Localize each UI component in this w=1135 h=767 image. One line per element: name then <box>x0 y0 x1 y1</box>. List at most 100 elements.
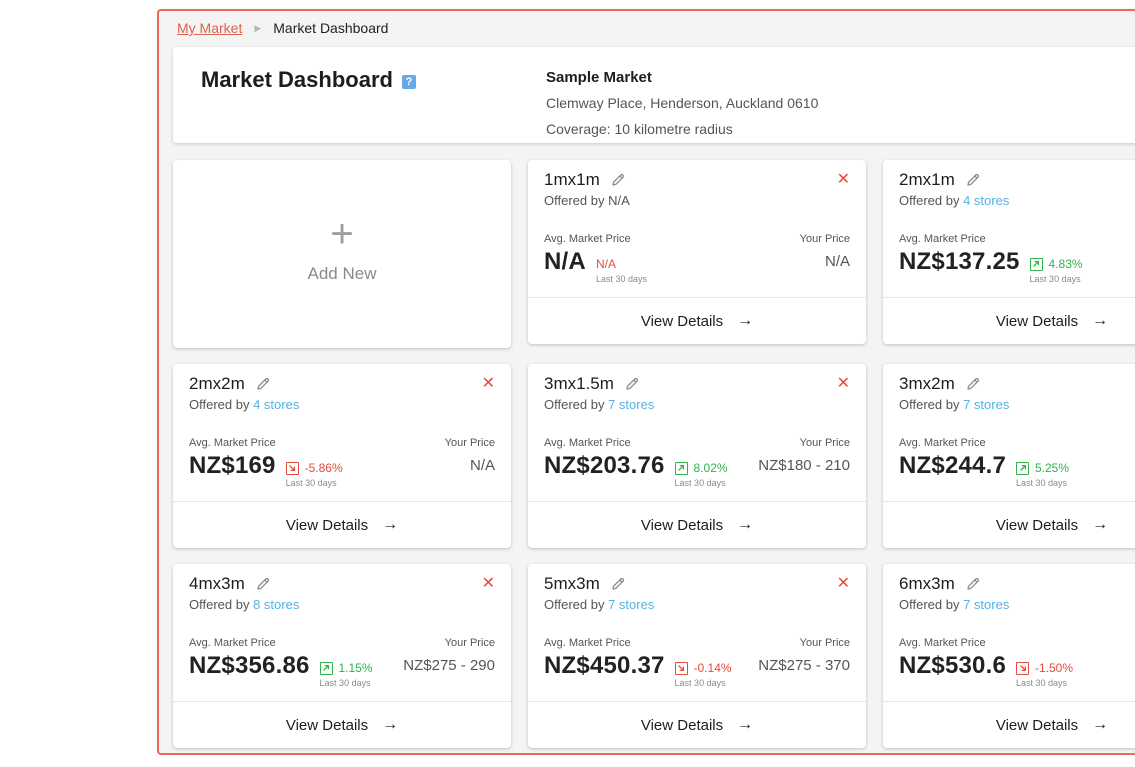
stores-link[interactable]: 8 stores <box>253 597 299 612</box>
view-details-button[interactable]: View Details → <box>883 502 1135 548</box>
arrow-right-icon: → <box>382 716 399 733</box>
unit-size-title: 1mx1m <box>544 170 626 190</box>
avg-market-price-label: Avg. Market Price <box>899 233 986 245</box>
view-details-button[interactable]: View Details → <box>528 502 866 548</box>
price-change-value: -0.14% <box>693 661 732 675</box>
view-details-label: View Details <box>640 716 724 734</box>
last-30-days-label: Last 30 days <box>1016 678 1068 688</box>
price-change-value: -5.86% <box>304 461 343 475</box>
add-new-label: Add New <box>307 264 377 283</box>
pencil-icon[interactable] <box>965 172 981 188</box>
dashboard-frame: My Market ▶ Market Dashboard Market Dash… <box>157 9 1135 755</box>
help-icon[interactable]: ? <box>401 75 416 89</box>
unit-card: 1mx1m ✕ Offered by N/A Avg. Market Price You… <box>528 160 866 344</box>
view-details-button[interactable]: View Details → <box>173 702 511 748</box>
pencil-icon[interactable] <box>965 576 981 592</box>
view-details-label: View Details <box>640 516 724 534</box>
unit-size-title: 2mx1m <box>899 170 981 190</box>
close-icon[interactable]: ✕ <box>837 573 850 593</box>
price-change-wrap: N/A Last 30 days <box>596 257 647 284</box>
avg-market-price: NZ$137.25 <box>899 248 1020 275</box>
last-30-days-label: Last 30 days <box>319 678 371 688</box>
offered-by: Offered by 4 stores <box>899 193 1009 208</box>
pencil-icon[interactable] <box>965 376 981 392</box>
breadcrumb-my-market-link[interactable]: My Market <box>177 20 242 36</box>
price-change: 1.15% <box>319 661 373 675</box>
offered-by-label: Offered by <box>899 193 964 208</box>
plus-icon: + <box>330 212 354 256</box>
price-change: -5.86% <box>285 461 343 475</box>
pencil-icon[interactable] <box>610 576 626 592</box>
close-icon[interactable]: ✕ <box>837 169 850 189</box>
stores-link[interactable]: 7 stores <box>608 397 654 412</box>
view-details-button[interactable]: View Details → <box>528 702 866 748</box>
breadcrumb: My Market ▶ Market Dashboard <box>177 20 388 36</box>
unit-size-title: 3mx1.5m <box>544 374 640 394</box>
close-icon[interactable]: ✕ <box>837 373 850 393</box>
stores-link[interactable]: 7 stores <box>963 597 1009 612</box>
your-price-label: Your Price <box>444 437 495 449</box>
view-details-button[interactable]: View Details → <box>883 298 1135 344</box>
stores-link[interactable]: 7 stores <box>963 397 1009 412</box>
last-30-days-label: Last 30 days <box>1029 274 1081 284</box>
arrow-right-icon: → <box>737 312 754 329</box>
offered-by-label: Offered by <box>899 597 964 612</box>
avg-market-price-label: Avg. Market Price <box>899 437 986 449</box>
trend-down-icon <box>674 661 688 675</box>
market-header-card: Market Dashboard ? Sample Market Clemway… <box>173 47 1135 143</box>
view-details-label: View Details <box>995 716 1079 734</box>
avg-market-price-label: Avg. Market Price <box>544 637 631 649</box>
price-change-wrap: -1.50% Last 30 days <box>1016 661 1073 688</box>
view-details-button[interactable]: View Details → <box>173 502 511 548</box>
unit-card: 4mx3m ✕ Offered by 8 stores Avg. Market Pri… <box>173 564 511 748</box>
breadcrumb-current: Market Dashboard <box>273 20 389 36</box>
avg-price-row: NZ$169 -5.86% Last 30 days <box>189 452 343 488</box>
pencil-icon[interactable] <box>255 576 271 592</box>
offered-by-label: Offered by <box>899 397 964 412</box>
close-icon[interactable]: ✕ <box>482 373 495 393</box>
arrow-right-icon: → <box>1092 516 1109 533</box>
pencil-icon[interactable] <box>610 172 626 188</box>
arrow-right-icon: → <box>737 516 754 533</box>
offered-by-label: Offered by <box>544 397 609 412</box>
pencil-icon[interactable] <box>624 376 640 392</box>
view-details-button[interactable]: View Details → <box>528 298 866 344</box>
pencil-icon[interactable] <box>255 376 271 392</box>
market-address: Clemway Place, Henderson, Auckland 0610 <box>546 95 819 111</box>
unit-size: 5mx3m <box>544 574 600 593</box>
avg-market-price: NZ$450.37 <box>544 652 665 679</box>
view-details-button[interactable]: View Details → <box>883 702 1135 748</box>
offered-by: Offered by 7 stores <box>899 397 1009 412</box>
avg-market-price-label: Avg. Market Price <box>899 637 986 649</box>
price-change-wrap: 4.83% Last 30 days <box>1029 257 1083 284</box>
your-price: NZ$180 - 210 <box>758 457 850 474</box>
price-change-wrap: -5.86% Last 30 days <box>285 461 343 488</box>
avg-price-row: NZ$244.7 5.25% Last 30 days <box>899 452 1069 488</box>
offered-by: Offered by 8 stores <box>189 597 299 612</box>
close-icon[interactable]: ✕ <box>482 573 495 593</box>
your-price: NZ$275 - 370 <box>758 657 850 674</box>
unit-card: 3mx2m Offered by 7 stores Avg. Market Pric… <box>883 364 1135 548</box>
stores-link[interactable]: 4 stores <box>963 193 1009 208</box>
offered-by-label: Offered by <box>544 597 609 612</box>
last-30-days-label: Last 30 days <box>674 478 726 488</box>
unit-card: 2mx2m ✕ Offered by 4 stores Avg. Market Pri… <box>173 364 511 548</box>
stores-link[interactable]: 7 stores <box>608 597 654 612</box>
avg-market-price: N/A <box>544 248 586 275</box>
unit-size: 4mx3m <box>189 574 245 593</box>
avg-market-price-label: Avg. Market Price <box>544 233 631 245</box>
add-new-card[interactable]: + Add New <box>173 160 511 348</box>
offered-by: Offered by 7 stores <box>544 597 654 612</box>
avg-price-row: NZ$203.76 8.02% Last 30 days <box>544 452 728 488</box>
unit-size-title: 3mx2m <box>899 374 981 394</box>
trend-up-icon <box>674 461 688 475</box>
price-change-value: 1.15% <box>338 661 373 675</box>
unit-size: 2mx1m <box>899 170 955 189</box>
unit-card: 6mx3m Offered by 7 stores Avg. Market Pric… <box>883 564 1135 748</box>
market-coverage: Coverage: 10 kilometre radius <box>546 121 733 137</box>
offered-by: Offered by 4 stores <box>189 397 299 412</box>
your-price: N/A <box>469 457 495 474</box>
stores-link[interactable]: 4 stores <box>253 397 299 412</box>
arrow-right-icon: → <box>1092 716 1109 733</box>
last-30-days-label: Last 30 days <box>1016 478 1068 488</box>
